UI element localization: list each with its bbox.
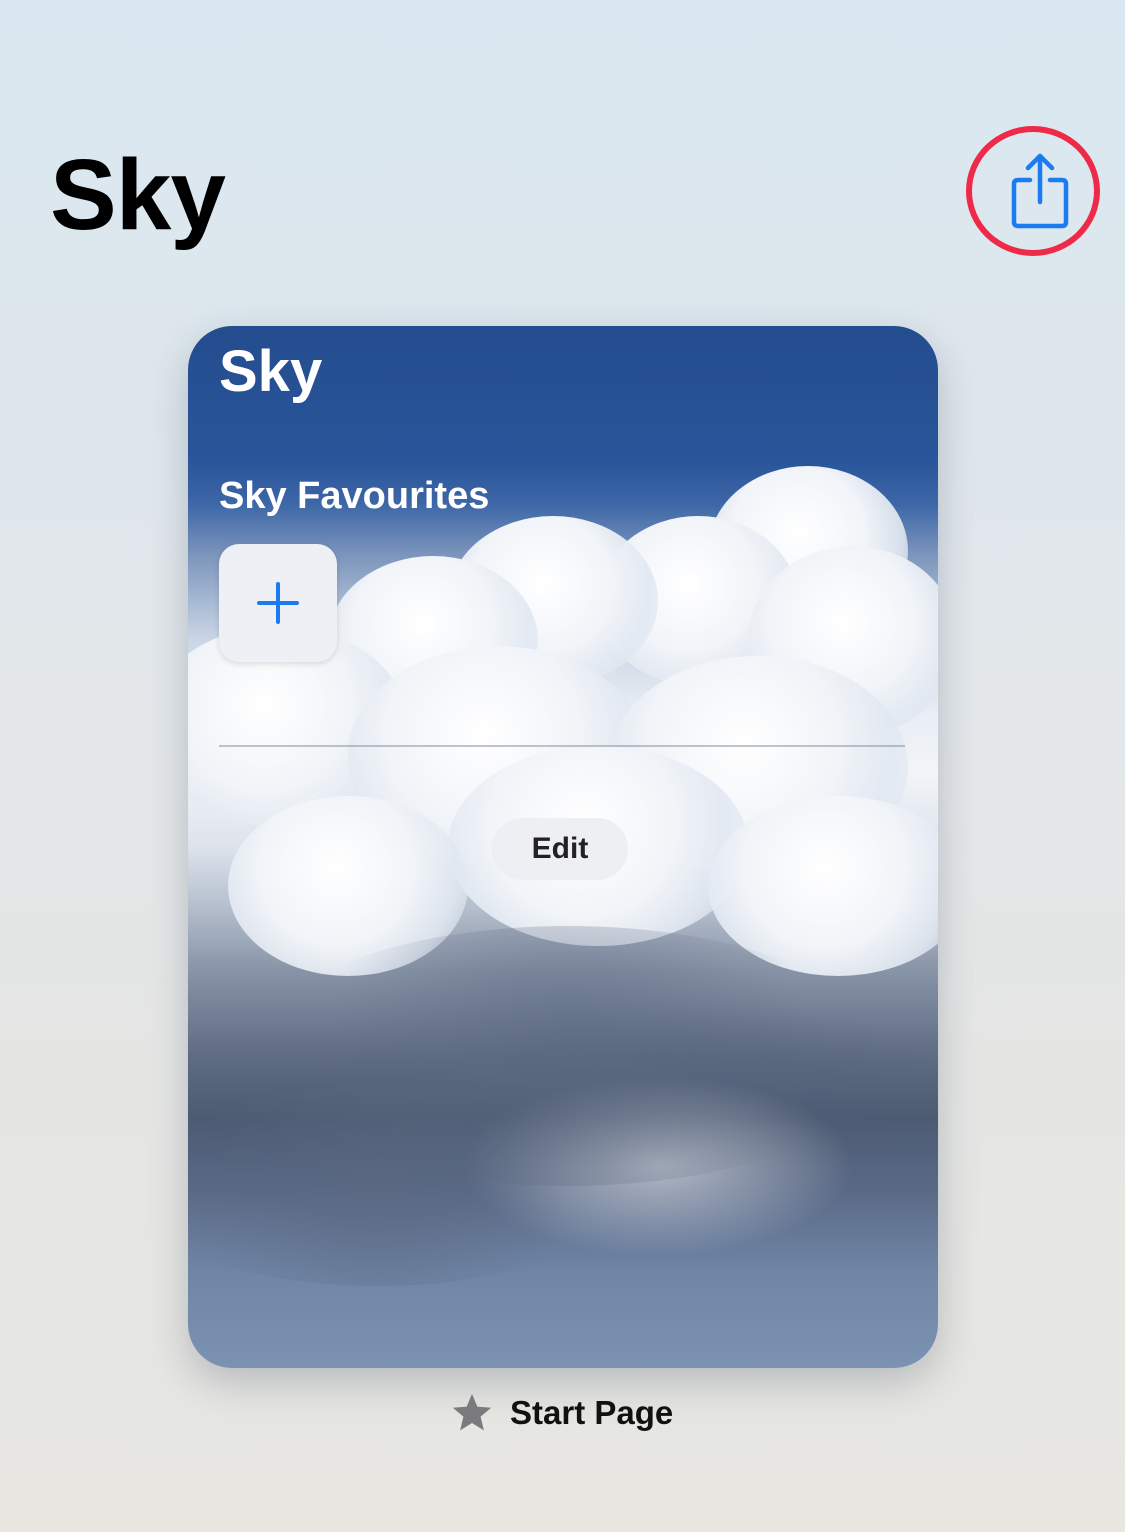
page-title: Sky <box>50 139 226 251</box>
favourites-section-title: Sky Favourites <box>219 475 490 517</box>
star-icon <box>452 1393 492 1431</box>
start-page-label-row: Start Page <box>450 1390 673 1436</box>
start-page-preview-card[interactable]: Sky Sky Favourites Edit <box>188 326 938 1368</box>
add-favourite-button[interactable] <box>219 544 337 662</box>
plus-icon <box>257 582 299 624</box>
card-title: Sky <box>219 339 323 404</box>
share-button[interactable] <box>1000 150 1080 234</box>
start-page-label: Start Page <box>510 1394 674 1431</box>
edit-button[interactable]: Edit <box>492 818 628 880</box>
share-icon <box>1011 153 1069 229</box>
section-divider <box>219 745 905 747</box>
